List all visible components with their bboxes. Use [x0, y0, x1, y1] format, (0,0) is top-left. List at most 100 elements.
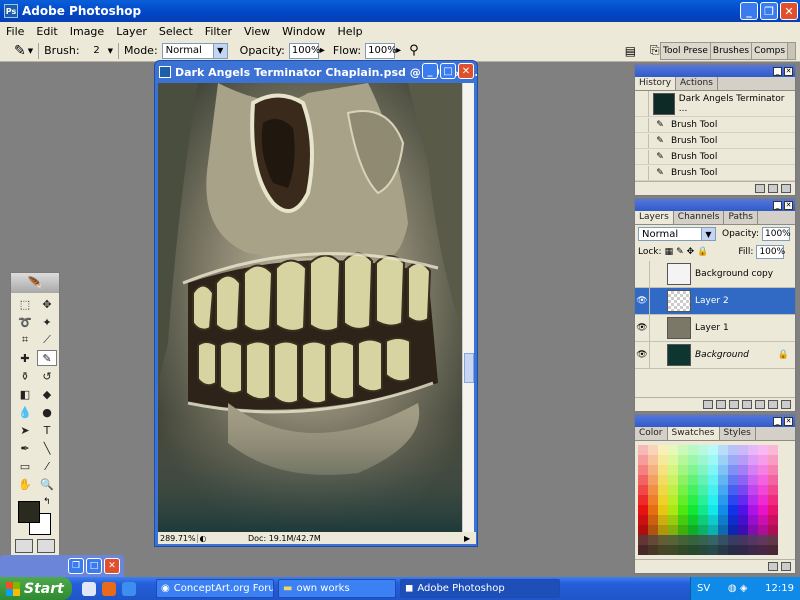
swatch[interactable]	[688, 455, 698, 465]
swatch[interactable]	[738, 445, 748, 455]
panel-minimize-icon[interactable]: _	[773, 66, 782, 76]
swatch[interactable]	[638, 485, 648, 495]
swatch[interactable]	[758, 485, 768, 495]
swatch[interactable]	[748, 495, 758, 505]
swatch[interactable]	[698, 445, 708, 455]
foreground-color[interactable]	[18, 501, 40, 523]
brush-picker-dropdown-icon[interactable]: ▼	[108, 47, 113, 55]
doc-close-button[interactable]: ✕	[458, 63, 474, 79]
lock-transparency-icon[interactable]: ▦	[665, 247, 674, 257]
swatch[interactable]	[748, 505, 758, 515]
tab-channels[interactable]: Channels	[674, 211, 725, 224]
swatch[interactable]	[738, 465, 748, 475]
eye-icon[interactable]: 👁	[635, 323, 649, 333]
swatch[interactable]	[768, 535, 778, 545]
swatch[interactable]	[718, 535, 728, 545]
swatch[interactable]	[768, 525, 778, 535]
swatch[interactable]	[658, 475, 668, 485]
swatch[interactable]	[688, 545, 698, 555]
magic-wand-tool-icon[interactable]: ✦	[37, 314, 57, 330]
swatch[interactable]	[648, 525, 658, 535]
layer-row[interactable]: 👁 Layer 2	[635, 288, 795, 315]
language-indicator[interactable]: SV	[697, 583, 710, 594]
swatch[interactable]	[688, 485, 698, 495]
fill-input[interactable]: 100%	[756, 245, 785, 259]
swatch[interactable]	[748, 525, 758, 535]
swatch[interactable]	[668, 485, 678, 495]
swatch[interactable]	[748, 455, 758, 465]
swatch[interactable]	[658, 495, 668, 505]
history-source-checkbox[interactable]	[635, 165, 649, 180]
panel-close-icon[interactable]: ✕	[784, 200, 793, 210]
tab-paths[interactable]: Paths	[724, 211, 758, 224]
swatch[interactable]	[668, 475, 678, 485]
menu-help[interactable]: Help	[332, 25, 369, 38]
minbar-close-button[interactable]: ✕	[104, 558, 120, 574]
new-layer-icon[interactable]	[768, 400, 778, 409]
history-source-checkbox[interactable]	[635, 133, 649, 148]
swatch[interactable]	[708, 535, 718, 545]
swatch[interactable]	[688, 505, 698, 515]
menu-view[interactable]: View	[238, 25, 276, 38]
swatch[interactable]	[658, 545, 668, 555]
swatch[interactable]	[738, 535, 748, 545]
swatch[interactable]	[728, 545, 738, 555]
swatch[interactable]	[768, 475, 778, 485]
layer-row[interactable]: 👁 Layer 1	[635, 315, 795, 342]
swatch[interactable]	[648, 445, 658, 455]
swatch[interactable]	[768, 545, 778, 555]
lasso-tool-icon[interactable]: ➰	[15, 314, 35, 330]
swap-colors-icon[interactable]: ↰	[43, 497, 51, 507]
minbar-restore-button[interactable]: ❐	[68, 558, 84, 574]
swatch[interactable]	[738, 515, 748, 525]
firefox-icon[interactable]	[102, 581, 116, 596]
history-item[interactable]: Brush Tool	[671, 136, 717, 146]
menu-image[interactable]: Image	[64, 25, 110, 38]
history-snapshot[interactable]: Dark Angels Terminator ...	[679, 94, 795, 114]
swatch[interactable]	[648, 485, 658, 495]
delete-layer-icon[interactable]	[781, 400, 791, 409]
swatch[interactable]	[668, 455, 678, 465]
swatch[interactable]	[698, 475, 708, 485]
swatch[interactable]	[698, 455, 708, 465]
swatch[interactable]	[648, 535, 658, 545]
swatch[interactable]	[738, 525, 748, 535]
swatch[interactable]	[698, 535, 708, 545]
tab-layers[interactable]: Layers	[635, 211, 674, 224]
dodge-tool-icon[interactable]: ●	[37, 404, 57, 420]
swatch[interactable]	[728, 455, 738, 465]
swatch[interactable]	[728, 465, 738, 475]
swatch[interactable]	[728, 485, 738, 495]
swatch[interactable]	[658, 535, 668, 545]
swatch[interactable]	[718, 505, 728, 515]
hand-tool-icon[interactable]: ✋	[15, 476, 35, 492]
menu-file[interactable]: File	[0, 25, 30, 38]
layer-row[interactable]: Background copy	[635, 261, 795, 288]
layer-opacity-input[interactable]: 100%	[762, 227, 791, 241]
swatch[interactable]	[728, 495, 738, 505]
swatch[interactable]	[718, 465, 728, 475]
well-tab-brushes[interactable]: Brushes	[710, 43, 753, 59]
new-snapshot-icon[interactable]	[768, 184, 778, 193]
swatch[interactable]	[718, 475, 728, 485]
swatch[interactable]	[738, 505, 748, 515]
preset-dropdown-icon[interactable]: ▼	[28, 47, 33, 55]
history-brush-tool-icon[interactable]: ↺	[37, 368, 57, 384]
slice-tool-icon[interactable]: ⟋	[37, 332, 57, 348]
blur-tool-icon[interactable]: 💧	[15, 404, 35, 420]
swatch[interactable]	[738, 475, 748, 485]
swatch[interactable]	[638, 525, 648, 535]
zoom-tool-icon[interactable]: 🔍	[37, 476, 57, 492]
opacity-slider-icon[interactable]: ▸	[320, 45, 325, 56]
swatch[interactable]	[678, 475, 688, 485]
swatch[interactable]	[748, 445, 758, 455]
standard-mode-icon[interactable]	[15, 539, 33, 553]
swatch[interactable]	[718, 495, 728, 505]
paint-bucket-tool-icon[interactable]: ◆	[37, 386, 57, 402]
swatch[interactable]	[718, 515, 728, 525]
swatch[interactable]	[738, 455, 748, 465]
well-tab-tool-presets[interactable]: Tool Prese	[661, 43, 711, 59]
swatch[interactable]	[708, 525, 718, 535]
menu-edit[interactable]: Edit	[30, 25, 63, 38]
swatch[interactable]	[728, 525, 738, 535]
